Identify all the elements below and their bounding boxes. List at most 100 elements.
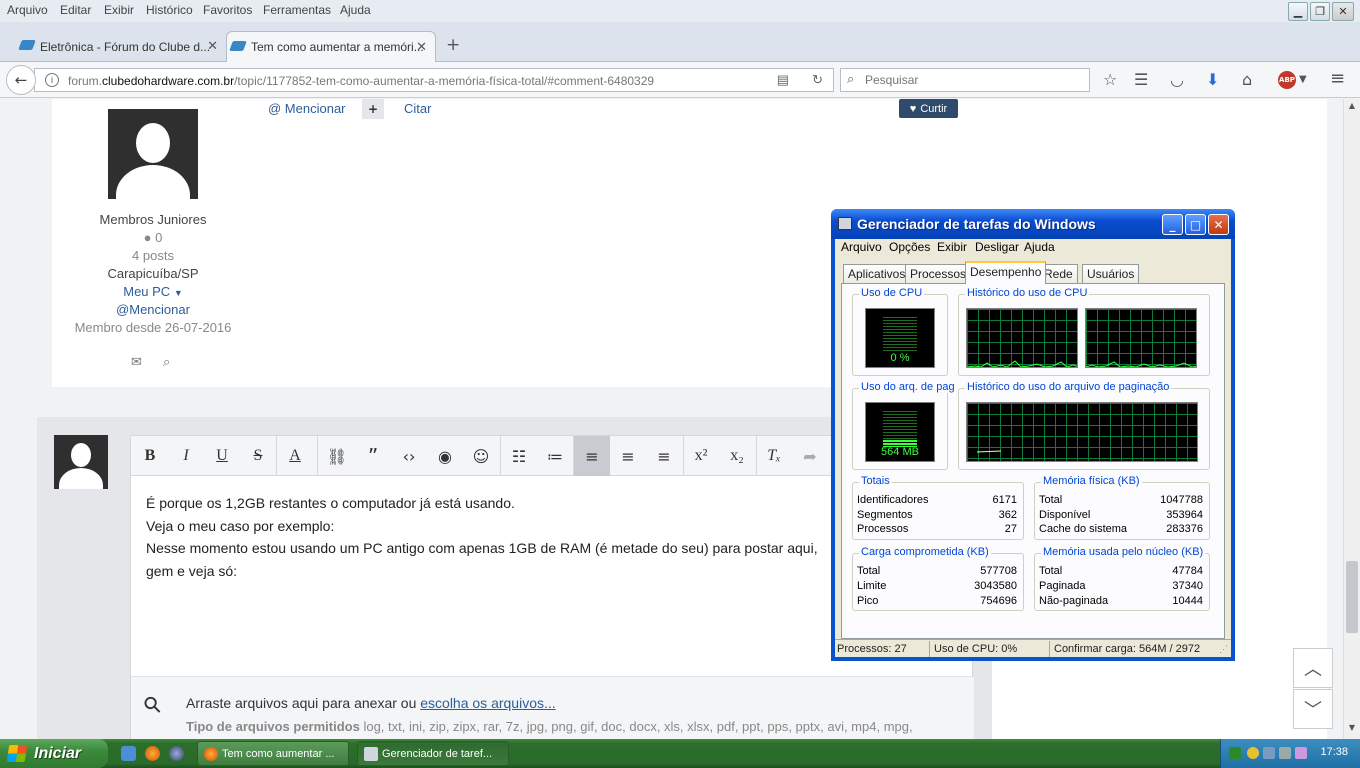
menu-exibir[interactable]: Exibir [104, 3, 134, 17]
tab-tem-como-aumentar[interactable]: Tem como aumentar a memóri... ✕ [226, 31, 436, 62]
text-color-button[interactable]: A [277, 436, 313, 476]
tm-menu-exibir[interactable]: Exibir [937, 240, 967, 254]
my-pc-link[interactable]: Meu PC ▼ [73, 284, 233, 299]
home-icon[interactable]: ⌂ [1242, 70, 1252, 89]
volume-icon[interactable] [1279, 747, 1291, 759]
attachment-dropzone[interactable]: ⚲ Arraste arquivos aqui para anexar ou e… [131, 676, 974, 739]
menu-favoritos[interactable]: Favoritos [203, 3, 252, 17]
scroll-bottom-button[interactable]: ﹀ [1293, 689, 1333, 729]
menu-ferramentas[interactable]: Ferramentas [263, 3, 331, 17]
menu-arquivo[interactable]: Arquivo [7, 3, 48, 17]
underline-button[interactable]: U [204, 436, 240, 476]
menu-editar[interactable]: Editar [60, 3, 91, 17]
minimize-button[interactable]: _ [1162, 214, 1183, 235]
bookmarks-list-icon[interactable]: ☰ [1134, 70, 1148, 89]
like-button[interactable]: ♥ Curtir [899, 99, 958, 118]
kernel-memory-label: Memória usada pelo núcleo (KB) [1041, 546, 1206, 558]
search-input[interactable] [865, 72, 1075, 88]
back-button[interactable]: ← [6, 65, 36, 95]
download-icon[interactable]: ⬇ [1206, 70, 1219, 89]
taskbar-taskmgr-window[interactable]: Gerenciador de taref... [357, 741, 509, 766]
tab-aplicativos[interactable]: Aplicativos [843, 264, 911, 283]
italic-button[interactable]: I [168, 436, 204, 476]
mention-button[interactable]: @ Mencionar [268, 101, 346, 116]
link-icon[interactable]: ⛓ [319, 436, 355, 476]
choose-files-link[interactable]: escolha os arquivos... [420, 695, 555, 711]
mention-author-link[interactable]: @Mencionar [73, 302, 233, 317]
align-right-icon[interactable]: ≡ [646, 436, 682, 476]
envelope-icon[interactable]: ✉ [131, 355, 142, 370]
stat-value: 1047788 [1160, 494, 1203, 506]
cpu-usage-group: Uso de CPU 0 % [852, 287, 948, 376]
network-icon[interactable] [1263, 747, 1275, 759]
editor-content[interactable]: É porque os 1,2GB restantes o computador… [146, 492, 846, 582]
bullet-list-icon[interactable]: ☷ [501, 436, 537, 476]
security-shield-icon[interactable] [1247, 747, 1259, 759]
search-icon[interactable]: ⌕ [163, 355, 170, 370]
maximize-button[interactable]: □ [1185, 214, 1206, 235]
align-center-icon[interactable]: ≡ [610, 436, 646, 476]
stat-value: 47784 [1172, 565, 1203, 577]
tm-menu-ajuda[interactable]: Ajuda [1024, 240, 1055, 254]
scrollbar-thumb[interactable] [1346, 561, 1358, 633]
url-bar[interactable]: i forum.clubedohardware.com.br/topic/117… [34, 68, 834, 92]
tm-menu-desligar[interactable]: Desligar [975, 240, 1019, 254]
scroll-down-arrow-icon[interactable]: ▼ [1346, 723, 1358, 737]
tm-menu-opcoes[interactable]: Opções [889, 240, 930, 254]
clear-format-icon[interactable]: Tₓ [756, 436, 792, 476]
tray-app-icon[interactable] [1229, 747, 1241, 759]
tab-desempenho[interactable]: Desempenho [965, 261, 1047, 284]
hamburger-menu-icon[interactable]: ≡ [1330, 68, 1345, 89]
tray-device-icon[interactable] [1295, 747, 1307, 759]
menu-ajuda[interactable]: Ajuda [340, 3, 371, 17]
bookmark-star-icon[interactable]: ☆ [1103, 70, 1117, 89]
tab-eletronica[interactable]: Eletrônica - Fórum do Clube d... ✕ [16, 31, 226, 62]
subscript-icon[interactable]: x₂ [719, 436, 755, 476]
start-button[interactable]: Iniciar [0, 739, 108, 768]
page-scrollbar[interactable]: ▲ ▼ [1343, 99, 1360, 739]
close-button[interactable]: ✕ [1332, 2, 1354, 21]
stat-value: 10444 [1172, 595, 1203, 607]
superscript-icon[interactable]: x² [683, 436, 719, 476]
close-tab-icon[interactable]: ✕ [416, 39, 427, 55]
redo-icon[interactable]: ➦ [792, 436, 828, 476]
pocket-icon[interactable]: ◡ [1170, 70, 1184, 89]
scroll-top-button[interactable]: ︿ [1293, 648, 1333, 688]
site-info-icon[interactable]: i [45, 73, 59, 87]
emoji-icon[interactable]: ☺ [463, 436, 499, 476]
reader-view-icon[interactable]: ▤ [777, 72, 789, 88]
strikethrough-button[interactable]: S [240, 436, 276, 476]
scroll-up-arrow-icon[interactable]: ▲ [1346, 101, 1358, 115]
tm-menu-arquivo[interactable]: Arquivo [841, 240, 882, 254]
resize-grip-icon[interactable]: ⋰ [1219, 644, 1228, 655]
bold-button[interactable]: B [132, 436, 168, 476]
author-avatar[interactable] [108, 109, 198, 199]
search-box[interactable]: ⌕ [840, 68, 1090, 92]
stat-value: 353964 [1166, 509, 1203, 521]
taskbar-firefox-window[interactable]: Tem como aumentar ... [197, 741, 349, 766]
stat-key: Cache do sistema [1039, 523, 1128, 535]
firefox-quicklaunch-icon[interactable] [145, 746, 160, 761]
spoiler-eye-icon[interactable]: ◉ [427, 436, 463, 476]
quote-button[interactable]: Citar [404, 101, 431, 116]
minimize-button[interactable]: ▁ [1288, 2, 1308, 21]
tab-usuarios[interactable]: Usuários [1082, 264, 1140, 283]
align-left-icon[interactable]: ≡ [574, 436, 610, 476]
menu-historico[interactable]: Histórico [146, 3, 193, 17]
reload-icon[interactable]: ↻ [812, 72, 823, 88]
task-manager-titlebar[interactable]: Gerenciador de tarefas do Windows _ □ ✕ [831, 209, 1235, 239]
numbered-list-icon[interactable]: ≔ [537, 436, 573, 476]
code-icon[interactable]: ‹› [391, 436, 427, 476]
close-button[interactable]: ✕ [1208, 214, 1229, 235]
close-tab-icon[interactable]: ✕ [207, 38, 218, 54]
quote-icon[interactable]: ” [355, 436, 391, 476]
ie-quicklaunch-icon[interactable] [121, 746, 136, 761]
new-tab-plus-icon[interactable]: + [446, 35, 460, 55]
chevron-down-icon[interactable]: ▼ [1299, 74, 1307, 85]
multiquote-plus-button[interactable]: + [362, 99, 384, 119]
media-player-quicklaunch-icon[interactable] [169, 746, 184, 761]
tab-processos[interactable]: Processos [905, 264, 972, 283]
adblock-plus-icon[interactable]: ABP [1278, 71, 1296, 89]
restore-button[interactable]: ❐ [1310, 2, 1330, 21]
stat-value: 362 [998, 509, 1017, 521]
